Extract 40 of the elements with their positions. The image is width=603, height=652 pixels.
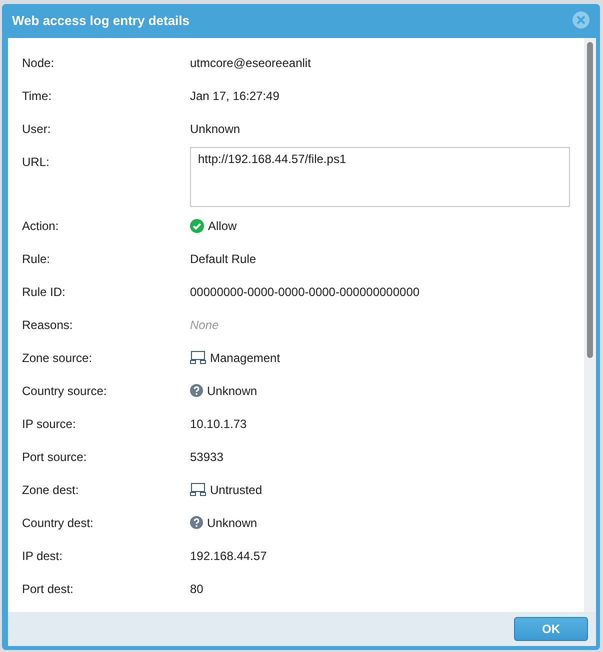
field-value: Default Rule [190,252,256,266]
help-icon [190,516,203,529]
field-value: utmcore@eseoreeanlit [190,56,311,70]
scrollbar[interactable] [584,38,596,612]
close-icon[interactable] [572,11,590,29]
checkmark-icon [190,219,204,233]
field-label: User: [22,121,52,138]
field-value: Unknown [207,516,258,530]
field-label: Country source: [22,383,108,400]
field-label: Country dest: [22,515,94,532]
network-icon [190,351,206,365]
field-value: 10.10.1.73 [190,417,247,431]
field-value: 192.168.44.57 [190,549,267,563]
field-label: Zone source: [22,350,94,367]
field-value: 53933 [190,450,224,464]
field-value: Jan 17, 16:27:49 [190,89,280,103]
field-label: Port dest: [22,581,74,598]
field-value: Allow [208,219,237,233]
field-value: 80 [190,582,204,596]
field-label: Port source: [22,449,88,466]
field-value: None [190,318,219,332]
help-icon [190,384,203,397]
network-icon [190,483,206,497]
field-value: 00000000-0000-0000-0000-000000000000 [190,285,420,299]
window-title: Web access log entry details [12,12,190,28]
field-label: Action: [22,218,60,235]
field-label: URL: [22,154,50,171]
field-label: Node: [22,55,56,72]
field-label: Zone dest: [22,482,80,499]
field-value: Management [210,351,280,365]
field-label: Reasons: [22,317,74,334]
field-label: Time: [22,88,53,105]
field-value: Unknown [207,384,258,398]
field-label: Rule: [22,251,52,268]
url-field[interactable]: http://192.168.44.57/file.ps1 [190,147,570,207]
field-value: Unknown [190,122,240,136]
field-label: Rule ID: [22,284,66,301]
field-label: IP dest: [22,548,64,565]
field-label: IP source: [22,416,77,433]
field-value: Untrusted [210,483,262,497]
